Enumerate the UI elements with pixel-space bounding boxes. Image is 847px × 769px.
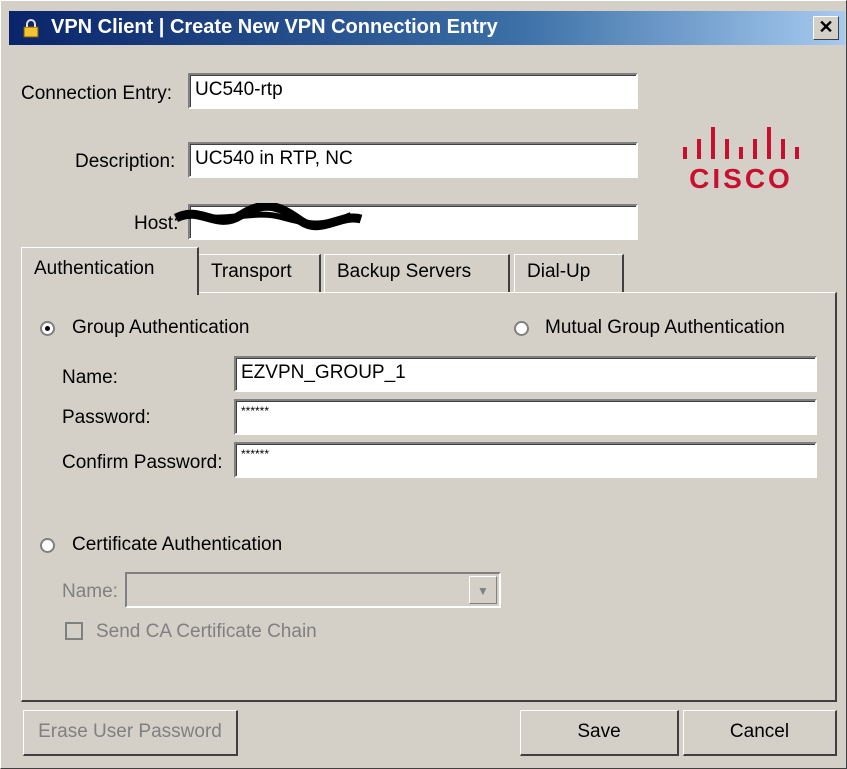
cert-auth-label: Certificate Authentication bbox=[72, 534, 283, 555]
cert-name-dropdown[interactable]: ▼ bbox=[125, 572, 501, 608]
save-button[interactable]: Save bbox=[520, 710, 679, 756]
tab-authentication[interactable]: Authentication bbox=[21, 247, 199, 295]
erase-password-button[interactable]: Erase User Password bbox=[23, 710, 238, 756]
description-label: Description: bbox=[75, 151, 176, 172]
cancel-button[interactable]: Cancel bbox=[683, 710, 837, 756]
cisco-bars-icon bbox=[677, 119, 807, 159]
group-auth-radio[interactable] bbox=[40, 321, 55, 336]
mutual-group-auth-label: Mutual Group Authentication bbox=[545, 317, 785, 338]
redaction-scribble bbox=[173, 203, 363, 231]
send-ca-chain-checkbox[interactable] bbox=[65, 622, 83, 640]
cert-name-label: Name: bbox=[62, 581, 118, 602]
cert-auth-radio[interactable] bbox=[40, 538, 55, 553]
password-field[interactable]: ****** bbox=[234, 399, 817, 435]
tab-backup-servers[interactable]: Backup Servers bbox=[324, 254, 510, 292]
vpn-dialog: VPN Client | Create New VPN Connection E… bbox=[0, 0, 847, 769]
group-name-field[interactable]: EZVPN_GROUP_1 bbox=[234, 356, 817, 392]
connection-entry-field[interactable]: UC540-rtp bbox=[188, 73, 638, 109]
close-button[interactable]: ✕ bbox=[813, 16, 839, 40]
confirm-password-label: Confirm Password: bbox=[62, 452, 223, 473]
connection-entry-label: Connection Entry: bbox=[21, 83, 173, 104]
chevron-down-icon[interactable]: ▼ bbox=[469, 576, 497, 604]
password-label: Password: bbox=[62, 407, 151, 428]
tab-dial-up[interactable]: Dial-Up bbox=[514, 254, 624, 292]
group-name-label: Name: bbox=[62, 367, 118, 388]
group-auth-label: Group Authentication bbox=[72, 317, 250, 338]
cisco-wordmark: CISCO bbox=[689, 163, 793, 194]
mutual-group-auth-radio[interactable] bbox=[514, 321, 529, 336]
title-bar[interactable]: VPN Client | Create New VPN Connection E… bbox=[9, 11, 845, 45]
confirm-password-field[interactable]: ****** bbox=[234, 442, 817, 478]
window-title: VPN Client | Create New VPN Connection E… bbox=[51, 16, 498, 38]
lock-icon bbox=[23, 19, 39, 38]
tab-transport[interactable]: Transport bbox=[198, 254, 321, 292]
description-field[interactable]: UC540 in RTP, NC bbox=[188, 142, 638, 178]
send-ca-chain-label: Send CA Certificate Chain bbox=[96, 621, 317, 642]
cisco-logo: CISCO bbox=[671, 119, 811, 199]
